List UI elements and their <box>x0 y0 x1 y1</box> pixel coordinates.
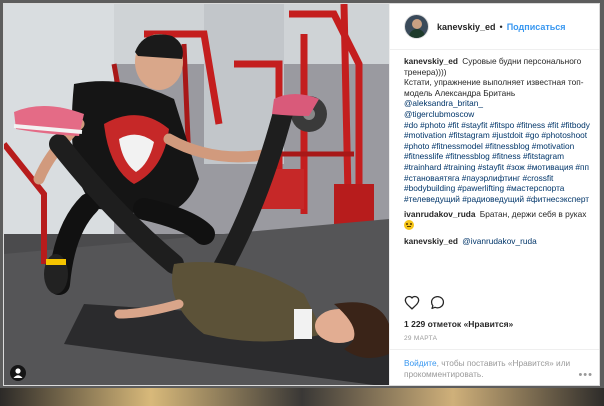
comment-username[interactable]: ivanrudakov_ruda <box>404 209 475 219</box>
mention-link[interactable]: @tigerclubmoscow <box>404 109 594 120</box>
post-header: kanevskiy_ed • Подписаться <box>390 4 599 50</box>
follow-button[interactable]: Подписаться <box>507 22 566 32</box>
comment-item: ivanrudakov_ruda Братан, держи себя в ру… <box>404 209 594 230</box>
post-actions <box>404 295 455 315</box>
login-prompt: Войдите, чтобы поставить «Нравится» или … <box>390 349 599 385</box>
mention-link[interactable]: @ivanrudakov_ruda <box>462 236 536 246</box>
login-link[interactable]: Войдите <box>404 358 437 368</box>
smiling-face-emoji-icon <box>404 219 414 230</box>
tagged-users-icon[interactable] <box>10 365 26 381</box>
post-side-panel: kanevskiy_ed • Подписаться kanevskiy_ed … <box>389 4 599 385</box>
post-date[interactable]: 29 МАРТА <box>404 335 437 342</box>
photo-illustration <box>4 4 389 385</box>
comment-username[interactable]: kanevskiy_ed <box>404 236 458 246</box>
caption-comment: kanevskiy_ed Суровые будни персонального… <box>404 56 594 204</box>
comment-item: kanevskiy_ed @ivanrudakov_ruda <box>404 236 594 247</box>
likes-count: 1 229 отметок «Нравится» <box>404 319 513 329</box>
comment-text: Братан, держи себя в руках <box>479 209 587 220</box>
like-link[interactable]: Нравится» <box>468 319 513 329</box>
mention-link[interactable]: @aleksandra_britan_ <box>404 98 594 109</box>
header-username[interactable]: kanevskiy_ed <box>437 22 496 32</box>
header-separator: • <box>499 21 503 32</box>
comment-icon[interactable] <box>430 295 445 315</box>
comment-username[interactable]: kanevskiy_ed <box>404 56 458 66</box>
comments-list: kanevskiy_ed Суровые будни персонального… <box>404 56 594 296</box>
more-options-button[interactable]: ••• <box>578 369 593 381</box>
likes-count-text[interactable]: 1 229 отметок <box>404 319 461 329</box>
post-photo[interactable] <box>4 4 389 385</box>
post-modal: kanevskiy_ed • Подписаться kanevskiy_ed … <box>3 3 600 386</box>
avatar[interactable] <box>404 14 429 39</box>
heart-icon[interactable] <box>404 295 420 315</box>
hashtags-text[interactable]: #do #photo #fit #stayfit #fitspo #fitnes… <box>404 120 590 204</box>
background-feed-strip <box>0 388 604 406</box>
